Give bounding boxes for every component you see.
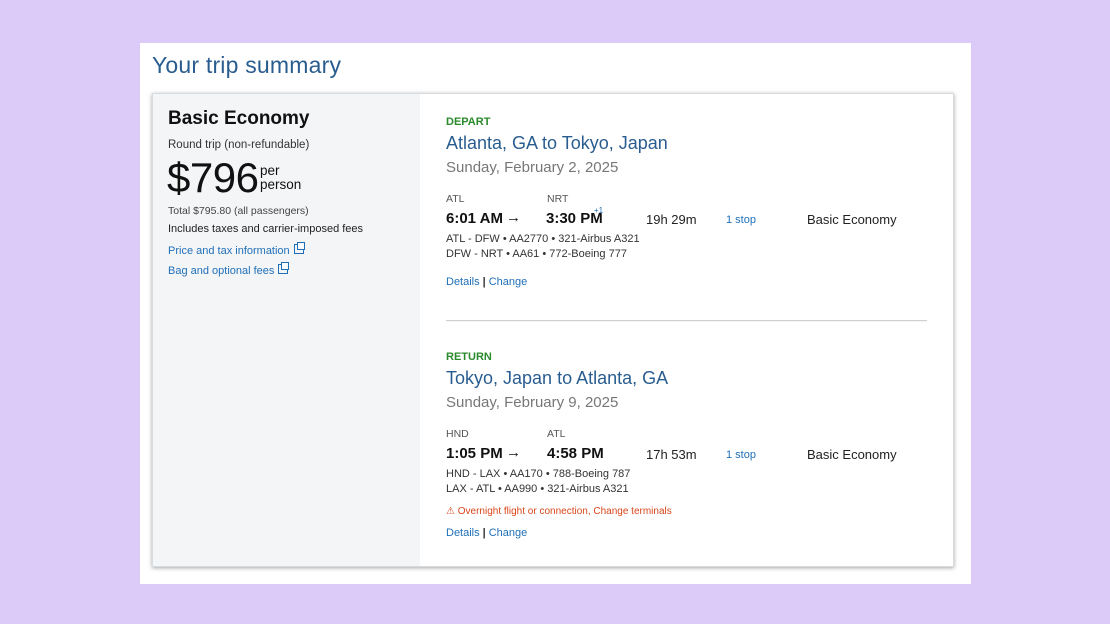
cabin-class: Basic Economy — [807, 447, 897, 462]
cabin-class: Basic Economy — [807, 212, 897, 227]
stops-link[interactable]: 1 stop — [726, 449, 756, 461]
fare-summary-panel: Basic Economy Round trip (non-refundable… — [153, 94, 420, 566]
destination-code: ATL — [547, 428, 566, 440]
price-tax-info-label[interactable]: Price and tax information — [168, 245, 290, 257]
segment-date: Sunday, February 2, 2025 — [446, 159, 619, 176]
itinerary-panel: DEPART Atlanta, GA to Tokyo, Japan Sunda… — [446, 94, 953, 566]
origin-code: HND — [446, 428, 469, 440]
person-label: person — [260, 177, 302, 192]
segment-label: RETURN — [446, 351, 492, 363]
price-tax-info-link[interactable]: Price and tax information — [168, 241, 305, 259]
destination-code: NRT — [547, 193, 569, 205]
bag-fees-link[interactable]: Bag and optional fees — [168, 261, 290, 279]
segment-actions: Details | Change — [446, 527, 527, 539]
per-person-label: per person — [260, 164, 301, 192]
per-label: per — [260, 163, 280, 178]
segment-label: DEPART — [446, 116, 491, 128]
flight-leg: HND - LAX • AA170 • 788-Boeing 787 — [446, 468, 631, 480]
segment-route: Atlanta, GA to Tokyo, Japan — [446, 133, 668, 153]
page-title: Your trip summary — [152, 52, 342, 78]
change-link[interactable]: Change — [489, 276, 528, 288]
details-link[interactable]: Details — [446, 527, 480, 539]
depart-time: 6:01 AM — [446, 210, 503, 227]
flight-leg: LAX - ATL • AA990 • 321-Airbus A321 — [446, 483, 629, 495]
segment-divider — [446, 320, 927, 321]
change-link[interactable]: Change — [489, 527, 528, 539]
includes-fees-note: Includes taxes and carrier-imposed fees — [168, 223, 364, 235]
external-link-icon — [293, 242, 305, 254]
depart-time: 1:05 PM — [446, 445, 503, 462]
stops-link[interactable]: 1 stop — [726, 214, 756, 226]
arrow-right-icon: → — [506, 209, 521, 226]
fare-name: Basic Economy — [168, 108, 310, 129]
duration: 17h 53m — [646, 447, 697, 462]
duration: 19h 29m — [646, 212, 697, 227]
flight-leg: DFW - NRT • AA61 • 772-Boeing 777 — [446, 248, 627, 260]
arrive-time: 4:58 PM — [547, 445, 604, 462]
total-price: Total $795.80 (all passengers) — [168, 205, 309, 217]
arrow-right-icon: → — [506, 444, 521, 461]
trip-summary-page: Your trip summary Basic Economy Round tr… — [140, 43, 971, 584]
external-link-icon — [278, 262, 290, 274]
segment-route: Tokyo, Japan to Atlanta, GA — [446, 368, 669, 388]
separator: | — [482, 527, 486, 539]
bag-fees-label[interactable]: Bag and optional fees — [168, 265, 274, 277]
trip-summary-card: Basic Economy Round trip (non-refundable… — [152, 93, 954, 567]
price-per-person: $796 — [167, 154, 259, 201]
trip-type: Round trip (non-refundable) — [168, 139, 310, 151]
day-offset: +1 — [594, 206, 604, 215]
separator: | — [482, 276, 486, 288]
segment-actions: Details | Change — [446, 276, 527, 288]
segment-date: Sunday, February 9, 2025 — [446, 394, 619, 411]
overnight-warning: ⚠ Overnight flight or connection, Change… — [446, 506, 672, 517]
flight-leg: ATL - DFW • AA2770 • 321-Airbus A321 — [446, 233, 640, 245]
origin-code: ATL — [446, 193, 465, 205]
details-link[interactable]: Details — [446, 276, 480, 288]
